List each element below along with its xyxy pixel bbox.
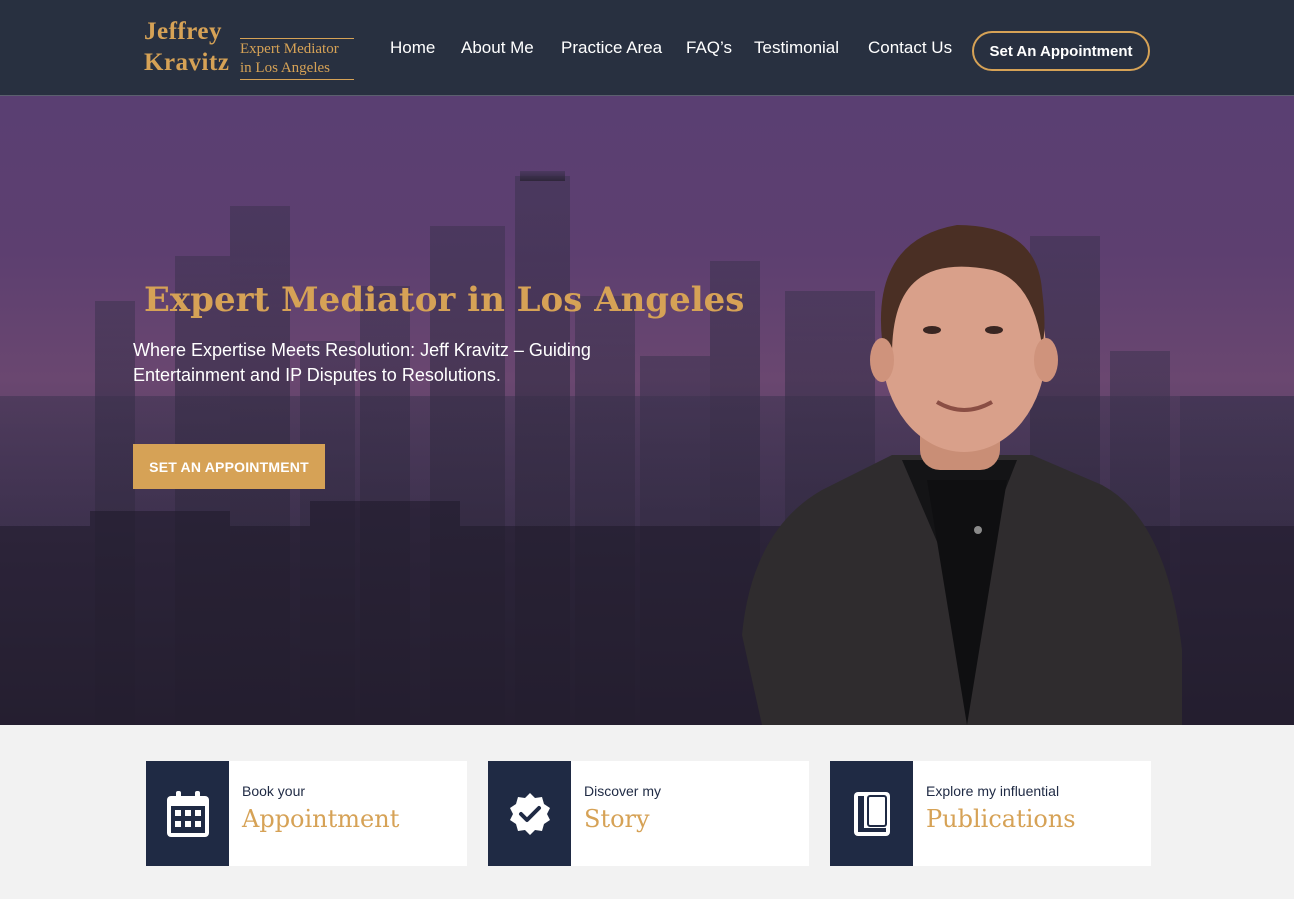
hero-title: Expert Mediator in Los Angeles: [144, 280, 745, 320]
nav-contact-us[interactable]: Contact Us: [868, 38, 952, 58]
nav-about-me[interactable]: About Me: [461, 38, 534, 58]
logo-tagline: Expert Mediator in Los Angeles: [240, 38, 354, 80]
logo-last-name: Kravitz: [144, 49, 230, 76]
logo-tagline-line1: Expert Mediator: [240, 41, 339, 57]
logo-tagline-line2: in Los Angeles: [240, 60, 330, 76]
card-publications-icon-box: [830, 761, 913, 866]
book-icon: [853, 791, 890, 836]
nav-faqs[interactable]: FAQ’s: [686, 38, 732, 58]
verified-badge-icon: [509, 792, 550, 835]
nav-home[interactable]: Home: [390, 38, 435, 58]
card-appointment[interactable]: Book your Appointment: [146, 761, 467, 866]
card-story-small: Discover my: [584, 783, 662, 799]
hero-subtitle: Where Expertise Meets Resolution: Jeff K…: [133, 340, 591, 385]
card-appointment-small: Book your: [242, 783, 306, 799]
card-publications[interactable]: Explore my influential Publications: [830, 761, 1151, 866]
site-logo[interactable]: Jeffrey Kravitz Expert Mediator in Los A…: [144, 16, 356, 80]
card-story[interactable]: Discover my Story: [488, 761, 809, 866]
card-appointment-title: Appointment: [242, 805, 400, 833]
set-appointment-header-button[interactable]: Set An Appointment: [972, 31, 1150, 71]
nav-practice-area[interactable]: Practice Area: [561, 38, 662, 58]
hero-section: Expert Mediator in Los Angeles Where Exp…: [0, 96, 1294, 725]
calendar-icon: [166, 790, 209, 837]
card-appointment-icon-box: [146, 761, 229, 866]
site-header: Jeffrey Kravitz Expert Mediator in Los A…: [0, 0, 1294, 96]
card-story-icon-box: [488, 761, 571, 866]
set-appointment-hero-button[interactable]: SET AN APPOINTMENT: [133, 444, 325, 489]
logo-first-name: Jeffrey: [144, 18, 222, 45]
card-publications-title: Publications: [926, 805, 1076, 833]
nav-testimonial[interactable]: Testimonial: [754, 38, 839, 58]
portrait-photo: [742, 225, 1182, 725]
card-story-title: Story: [584, 805, 650, 833]
card-publications-small: Explore my influential: [926, 783, 1060, 799]
